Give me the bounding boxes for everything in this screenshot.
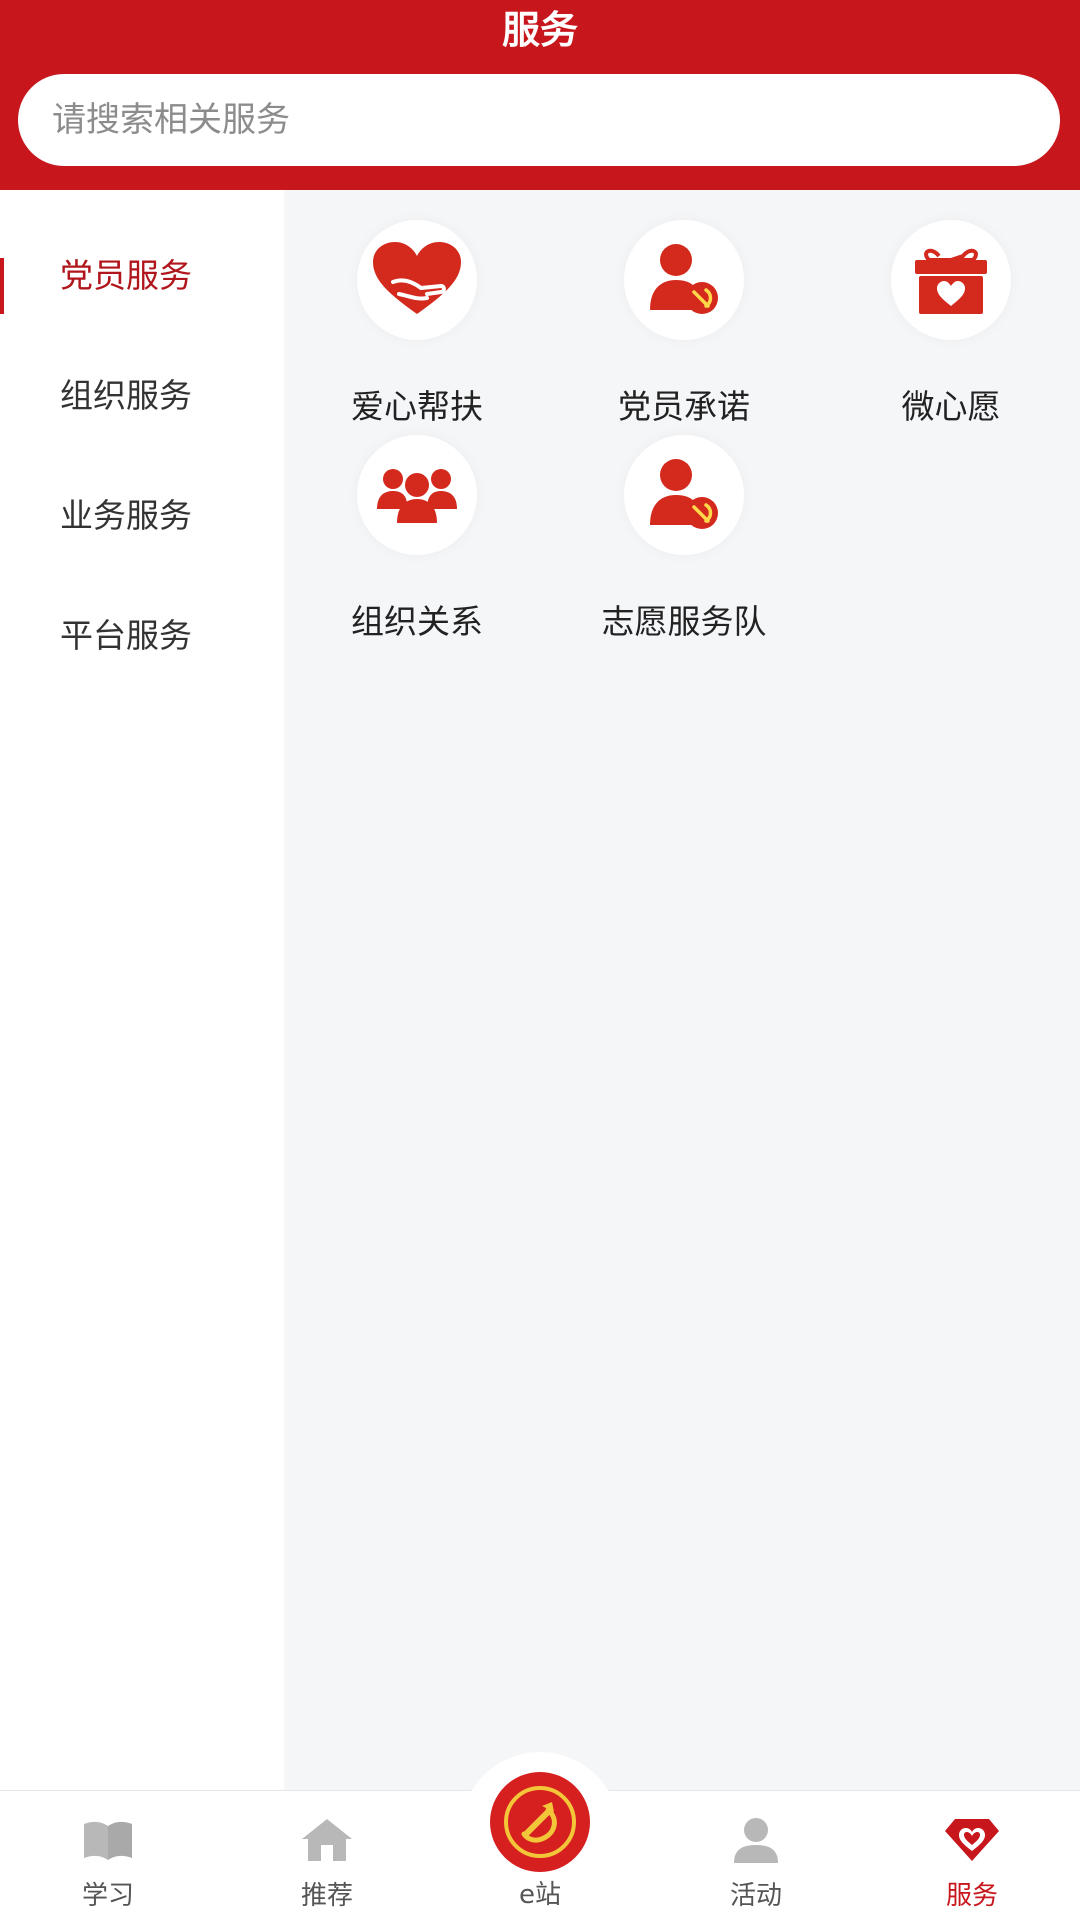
icon-container [357,435,477,555]
tab-e-station[interactable] [490,1772,590,1872]
group-icon [377,469,457,523]
gift-heart-icon [915,248,987,314]
service-tile-volunteer-team[interactable]: 志愿服务队 [574,435,794,645]
service-tile-organization-relation[interactable]: 组织关系 [307,435,527,645]
sidebar-item-label: 业务服务 [60,496,192,535]
service-tile-micro-wish[interactable]: 微心愿 [841,220,1061,430]
tab-recommend[interactable]: 推荐 [219,1791,435,1920]
header-bar: 服务 请搜索相关服务 [0,0,1080,190]
active-indicator [0,258,4,314]
heart-gem-icon [942,1815,1002,1865]
icon-container [624,435,744,555]
service-tile-party-member-pledge[interactable]: 党员承诺 [574,220,794,430]
category-sidebar: 党员服务 组织服务 业务服务 平台服务 [0,190,284,1790]
book-icon [78,1815,138,1865]
sidebar-item-label: 党员服务 [60,256,192,295]
page-title: 服务 [501,8,578,52]
service-label: 志愿服务队 [601,602,767,641]
icon-container [357,220,477,340]
sidebar-item-party-member-services[interactable]: 党员服务 [0,216,284,336]
person-icon [726,1815,786,1865]
home-icon [297,1815,357,1865]
tab-label: 服务 [945,1881,998,1911]
sidebar-item-label: 组织服务 [60,376,192,415]
service-label: 爱心帮扶 [351,387,483,426]
tab-label-e-station: e站 [519,1880,561,1910]
party-member-icon [650,459,718,529]
sidebar-item-platform-services[interactable]: 平台服务 [0,576,284,696]
icon-container [891,220,1011,340]
sidebar-item-label: 平台服务 [60,616,192,655]
service-grid: 爱心帮扶 党员承诺 微心愿 组织关系 志愿服务队 [284,190,1080,1790]
tab-label: 活动 [729,1881,782,1911]
tab-label: 学习 [81,1881,134,1911]
search-input[interactable]: 请搜索相关服务 [18,74,1060,166]
party-member-icon [650,244,718,314]
tab-activity[interactable]: 活动 [648,1791,864,1920]
sidebar-item-business-services[interactable]: 业务服务 [0,456,284,576]
service-label: 组织关系 [351,602,483,641]
tab-service[interactable]: 服务 [864,1791,1080,1920]
service-tile-caring-support[interactable]: 爱心帮扶 [307,220,527,430]
heart-hands-icon [373,242,461,314]
service-label: 微心愿 [901,387,1001,426]
sidebar-item-organization-services[interactable]: 组织服务 [0,336,284,456]
service-label: 党员承诺 [618,387,750,426]
tab-study[interactable]: 学习 [0,1791,216,1920]
party-emblem-icon [504,1786,576,1858]
icon-container [624,220,744,340]
tab-label: 推荐 [300,1881,353,1911]
